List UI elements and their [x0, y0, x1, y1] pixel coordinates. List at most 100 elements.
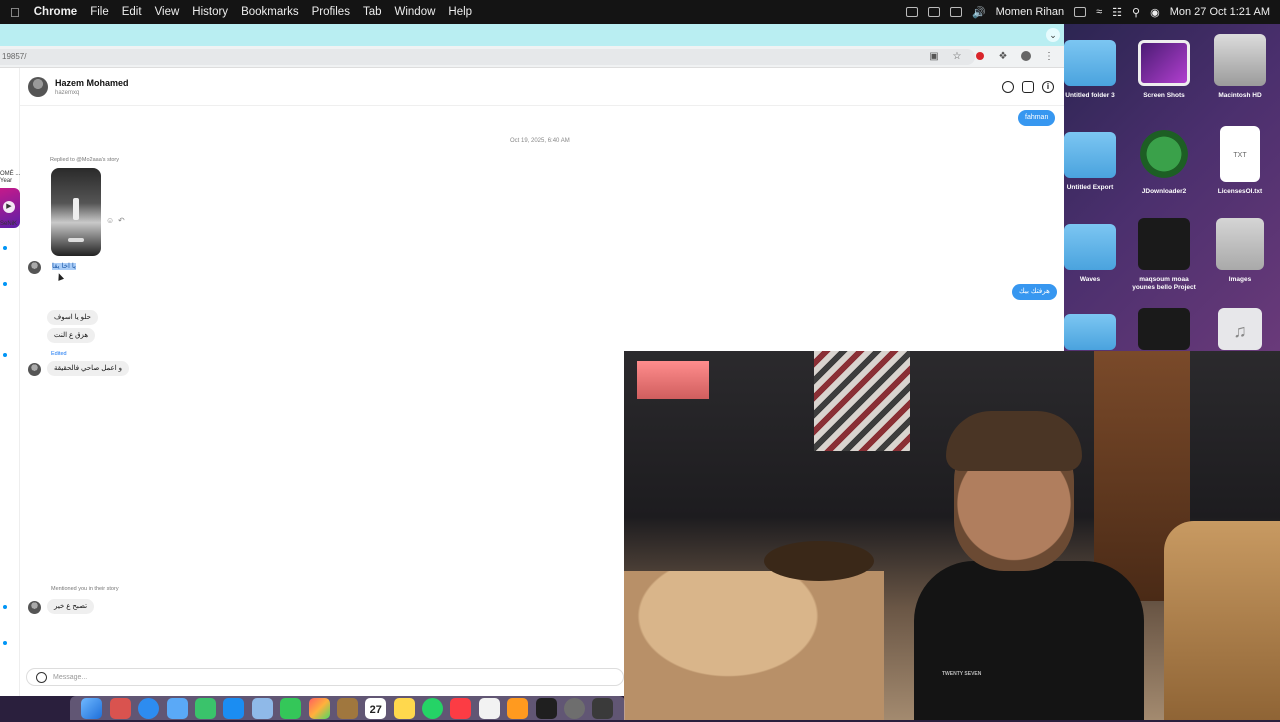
avatar[interactable] — [28, 261, 41, 274]
menu-help[interactable]: Help — [448, 6, 472, 18]
message-input[interactable] — [53, 671, 453, 684]
screen-record-icon[interactable] — [905, 7, 918, 17]
battery-icon[interactable] — [1074, 7, 1087, 17]
safari-icon[interactable] — [138, 697, 160, 719]
desktop-icon-folder-partial[interactable] — [1054, 314, 1126, 350]
images-folder-icon — [1216, 218, 1264, 270]
record-extension-icon[interactable] — [973, 49, 987, 63]
preview-icon[interactable] — [251, 697, 273, 719]
address-bar[interactable]: 19857/ — [0, 49, 975, 65]
whatsapp-icon[interactable] — [422, 697, 444, 719]
unread-dot — [3, 282, 7, 286]
menu-tab[interactable]: Tab — [363, 6, 382, 18]
black-shirt: TWENTY SEVEN — [914, 561, 1144, 720]
calendar-icon[interactable]: 27 — [365, 697, 387, 719]
extensions-puzzle-icon[interactable]: ❖ — [996, 49, 1010, 63]
desktop-icon-music-partial[interactable]: ♫ — [1204, 308, 1276, 350]
phone-call-icon[interactable] — [1002, 81, 1014, 93]
folder-icon — [1064, 40, 1116, 86]
desktop-icon-project[interactable]: maqsoum moaa younes bello Project — [1128, 218, 1200, 292]
avatar[interactable] — [28, 601, 41, 614]
mentioned-story-label: Mentioned you in their story — [51, 586, 119, 592]
desktop-icon-label: Waves — [1079, 276, 1101, 283]
facetime-icon[interactable] — [194, 697, 216, 719]
desktop-icon-jdownloader[interactable]: JDownloader2 — [1128, 126, 1200, 195]
photos-icon[interactable] — [308, 697, 330, 719]
desktop-icon-label: Untitled Export — [1066, 184, 1114, 191]
message-date: Oct 19, 2025, 6:40 AM — [510, 138, 570, 144]
volume-icon[interactable]: 🔊 — [972, 6, 986, 19]
menu-window[interactable]: Window — [395, 6, 436, 18]
message-incoming[interactable]: هزق ع النت — [47, 328, 96, 343]
app-icon[interactable] — [336, 697, 358, 719]
app-store-icon[interactable] — [223, 697, 245, 719]
video-call-icon[interactable] — [1022, 81, 1034, 93]
round-table — [764, 541, 874, 581]
contact-name[interactable]: Hazem Mohamed — [55, 78, 129, 88]
profile-avatar-icon[interactable] — [1019, 49, 1033, 63]
menu-app-name[interactable]: Chrome — [34, 6, 77, 18]
camera-indicator-icon[interactable] — [927, 7, 940, 17]
messages-icon[interactable] — [280, 697, 302, 719]
emoji-picker-icon[interactable] — [36, 672, 47, 683]
menu-edit[interactable]: Edit — [122, 6, 142, 18]
spotlight-search-icon[interactable]: ⚲ — [1132, 6, 1140, 19]
unread-dot — [3, 605, 7, 609]
desktop-icon-folder[interactable]: Waves — [1054, 224, 1126, 283]
menu-profiles[interactable]: Profiles — [312, 6, 350, 18]
desktop-icon-images[interactable]: Images — [1204, 218, 1276, 283]
unread-dot — [3, 246, 7, 250]
jdownloader-icon — [1138, 126, 1190, 182]
terminal-icon[interactable] — [592, 697, 614, 719]
story-reply-thumbnail[interactable] — [51, 168, 101, 256]
finder-icon[interactable] — [81, 697, 103, 719]
reply-arrow-icon[interactable]: ↶ — [118, 216, 125, 225]
story-figure — [73, 198, 79, 220]
menu-history[interactable]: History — [192, 6, 228, 18]
music-icon[interactable] — [450, 697, 472, 719]
reminders-icon[interactable] — [478, 697, 500, 719]
desktop-icon-folder[interactable]: Untitled Export — [1054, 132, 1126, 191]
desktop-icon-disk[interactable]: Macintosh HD — [1204, 34, 1276, 99]
message-outgoing[interactable]: fahman — [1018, 110, 1056, 126]
wifi-icon[interactable]: ≈ — [1096, 6, 1102, 18]
pages-icon[interactable] — [507, 697, 529, 719]
desktop-icon-text-file[interactable]: TXT LicensesOI.txt — [1204, 126, 1276, 195]
message-incoming-selected[interactable]: يا اخا يقا — [45, 259, 83, 274]
message-incoming[interactable]: و اعمل صاحي فالحقيقة — [47, 361, 130, 376]
chat-status-icon[interactable] — [949, 7, 962, 17]
person: TWENTY SEVEN — [914, 411, 1144, 720]
menubar-clock[interactable]: Mon 27 Oct 1:21 AM — [1170, 6, 1270, 18]
menubar-user-name[interactable]: Momen Rihan — [996, 6, 1064, 18]
desktop-icon-folder[interactable]: Untitled folder 3 — [1054, 40, 1126, 99]
message-incoming[interactable]: حلو يا اسوف — [47, 310, 98, 325]
info-icon[interactable]: i — [1042, 81, 1054, 93]
siri-icon[interactable]: ◉ — [1150, 6, 1160, 19]
logic-icon[interactable] — [535, 697, 557, 719]
notes-icon[interactable] — [393, 697, 415, 719]
lamp-shade — [637, 361, 709, 399]
launchpad-icon[interactable] — [109, 697, 131, 719]
control-center-icon[interactable]: ☷ — [1112, 6, 1122, 19]
system-settings-icon[interactable] — [564, 697, 586, 719]
project-file-icon — [1138, 308, 1190, 350]
desktop-icon-project-partial[interactable] — [1128, 308, 1200, 350]
folder-icon — [1064, 224, 1116, 270]
apple-menu-icon[interactable]:  — [10, 5, 20, 20]
avatar[interactable] — [28, 363, 41, 376]
desktop-icon-label: Images — [1228, 276, 1252, 283]
menu-file[interactable]: File — [90, 6, 109, 18]
mail-icon[interactable] — [166, 697, 188, 719]
menu-view[interactable]: View — [155, 6, 180, 18]
install-app-icon[interactable]: ▣ — [927, 49, 941, 63]
play-icon: ▶ — [3, 201, 15, 213]
react-emoji-icon[interactable]: ☺ — [106, 216, 114, 225]
desktop-icon-screenshots[interactable]: Screen Shots — [1128, 40, 1200, 99]
rail-story-sublabel: Year — [0, 178, 13, 184]
menu-bookmarks[interactable]: Bookmarks — [241, 6, 299, 18]
avatar[interactable] — [28, 77, 48, 97]
message-outgoing[interactable]: هرفتك بيك — [1012, 284, 1057, 300]
bookmark-star-icon[interactable]: ☆ — [950, 49, 964, 63]
desktop-icon-label: LicensesOI.txt — [1217, 188, 1263, 195]
message-incoming[interactable]: تصبح ع خير — [47, 599, 95, 614]
